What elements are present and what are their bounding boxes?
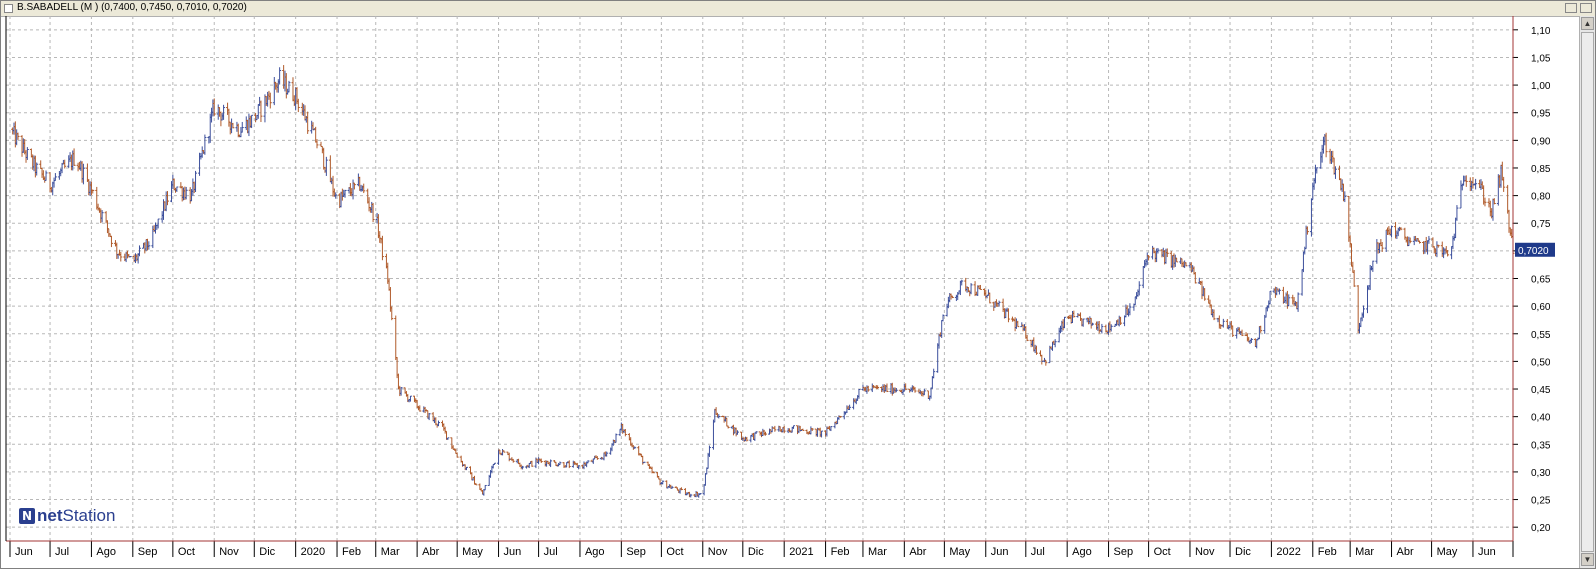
- x-tick-label: Oct: [666, 546, 683, 558]
- minimize-button[interactable]: [1565, 3, 1577, 13]
- x-tick-label: Abr: [422, 546, 439, 558]
- x-tick-label: Oct: [1154, 546, 1171, 558]
- x-tick-label: Jun: [504, 546, 522, 558]
- window-titlebar[interactable]: B.SABADELL (M ) (0,7400, 0,7450, 0,7010,…: [1, 1, 1595, 17]
- netstation-logo-icon: N: [19, 508, 35, 524]
- x-tick-label: Ago: [585, 546, 605, 558]
- x-tick-label: Dic: [1235, 546, 1251, 558]
- x-tick-label: Ago: [1072, 546, 1092, 558]
- x-tick-label: May: [462, 546, 483, 558]
- y-tick-label: 0,45: [1531, 385, 1551, 396]
- y-tick-label: 0,35: [1531, 440, 1551, 451]
- x-tick-label: May: [949, 546, 970, 558]
- x-tick-label: Nov: [219, 546, 239, 558]
- window-icon: [4, 4, 13, 13]
- netstation-logo-station: Station: [62, 506, 116, 525]
- vertical-scrollbar[interactable]: ▲ ▼: [1579, 16, 1595, 568]
- window-title: B.SABADELL (M ) (0,7400, 0,7450, 0,7010,…: [17, 2, 247, 13]
- x-tick-label: 2020: [301, 546, 325, 558]
- x-tick-label: May: [1437, 546, 1458, 558]
- chart-window: B.SABADELL (M ) (0,7400, 0,7450, 0,7010,…: [0, 0, 1596, 569]
- x-tick-label: Jul: [55, 546, 69, 558]
- y-tick-label: 0,55: [1531, 330, 1551, 341]
- y-tick-label: 0,40: [1531, 413, 1551, 424]
- y-tick-label: 1,10: [1531, 26, 1551, 37]
- y-tick-label: 0,95: [1531, 109, 1551, 120]
- x-tick-label: Sep: [626, 546, 646, 558]
- x-tick-label: Jun: [1478, 546, 1496, 558]
- x-tick-label: Ago: [96, 546, 116, 558]
- scroll-up-arrow[interactable]: ▲: [1581, 17, 1594, 30]
- x-tick-label: Oct: [178, 546, 195, 558]
- y-tick-label: 0,85: [1531, 164, 1551, 175]
- netstation-logo-net: net: [37, 506, 63, 525]
- price-chart[interactable]: 0,20 0,25 0,30 0,35 0,40 0,45 0,50 0,55 0,60 0,65…: [1, 16, 1579, 569]
- x-tick-label: Sep: [1114, 546, 1134, 558]
- x-tick-label: Dic: [259, 546, 275, 558]
- y-tick-label: 0,65: [1531, 275, 1551, 286]
- y-tick-label: 0,20: [1531, 523, 1551, 534]
- scroll-thumb[interactable]: [1581, 32, 1594, 552]
- y-tick-label: 1,00: [1531, 81, 1551, 92]
- scroll-down-arrow[interactable]: ▼: [1581, 553, 1594, 566]
- ohlc-bars: [11, 65, 1515, 498]
- x-tick-label: Feb: [342, 546, 361, 558]
- chart-grid: [6, 16, 1514, 541]
- y-tick-label: 0,50: [1531, 357, 1551, 368]
- x-tick-label: Nov: [708, 546, 728, 558]
- y-tick-label: 0,75: [1531, 219, 1551, 230]
- x-tick-label: Feb: [1318, 546, 1337, 558]
- x-tick-label: Abr: [1397, 546, 1414, 558]
- x-tick-label: Mar: [868, 546, 887, 558]
- x-tick-label: Dic: [748, 546, 764, 558]
- y-tick-label: 0,30: [1531, 468, 1551, 479]
- x-tick-label: Mar: [1355, 546, 1374, 558]
- x-tick-label: Jun: [991, 546, 1009, 558]
- netstation-logo: N net Station: [19, 506, 115, 526]
- x-tick-label: Jul: [544, 546, 558, 558]
- x-tick-label: Abr: [909, 546, 926, 558]
- x-tick-label: Feb: [831, 546, 850, 558]
- y-tick-label: 1,05: [1531, 53, 1551, 64]
- y-tick-label: 0,25: [1531, 496, 1551, 507]
- x-tick-label: Nov: [1195, 546, 1215, 558]
- x-tick-label: Sep: [138, 546, 158, 558]
- close-button[interactable]: [1580, 3, 1592, 13]
- x-tick-label: Jun: [15, 546, 33, 558]
- last-price-label: 0,7020: [1518, 246, 1549, 257]
- x-axis: Jun Jul Ago Sep Oct Nov Dic 2020 Feb Mar Abr May Jun…: [5, 16, 1514, 558]
- x-tick-label: 2021: [789, 546, 813, 558]
- y-tick-label: 0,90: [1531, 136, 1551, 147]
- x-tick-label: 2022: [1276, 546, 1300, 558]
- x-tick-label: Mar: [381, 546, 400, 558]
- y-tick-label: 0,80: [1531, 192, 1551, 203]
- y-tick-label: 0,60: [1531, 302, 1551, 313]
- y-axis: 0,20 0,25 0,30 0,35 0,40 0,45 0,50 0,55 0,60 0,65…: [1512, 16, 1551, 541]
- last-price-marker: 0,7020: [1515, 242, 1555, 257]
- x-tick-label: Jul: [1031, 546, 1045, 558]
